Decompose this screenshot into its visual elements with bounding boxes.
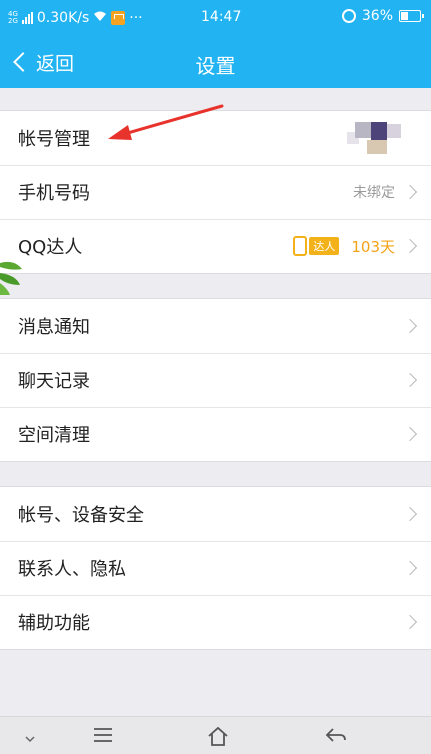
- daren-days: 103天: [351, 237, 395, 256]
- network-speed: 0.30K/s: [36, 10, 90, 26]
- settings-list: 帐号管理 手机号码 未绑定 QQ达人 达人 103天 消息通知 聊天记录 空间清…: [0, 88, 431, 650]
- row-qq-daren[interactable]: QQ达人 达人 103天: [0, 219, 431, 273]
- row-label: 手机号码: [18, 183, 90, 204]
- status-time: 14:47: [201, 9, 242, 25]
- row-right: 达人 103天: [293, 219, 418, 273]
- row-contacts-privacy[interactable]: 联系人、隐私: [0, 541, 431, 595]
- chevron-right-icon: [402, 614, 418, 630]
- chevron-right-icon: [402, 318, 418, 334]
- row-right: [402, 407, 418, 461]
- row-right: [345, 111, 415, 165]
- row-notifications[interactable]: 消息通知: [0, 299, 431, 353]
- status-left: 4G 2G 0.30K/s ···: [8, 10, 168, 26]
- nav-bar: 返回 设置: [0, 36, 431, 88]
- chevron-right-icon: [402, 426, 418, 442]
- row-right: [402, 353, 418, 407]
- row-label: 消息通知: [18, 317, 90, 338]
- settings-group-account: 帐号管理 手机号码 未绑定 QQ达人 达人 103天: [0, 110, 431, 274]
- chevron-right-icon: [402, 560, 418, 576]
- row-right: [402, 487, 418, 541]
- wifi-icon: [93, 10, 107, 26]
- more-dots: ···: [129, 10, 143, 26]
- storage-icon: [111, 11, 126, 25]
- chevron-right-icon: [402, 184, 418, 200]
- phone-vibrate-icon: [293, 236, 308, 256]
- row-chat-history[interactable]: 聊天记录: [0, 353, 431, 407]
- chevron-right-icon: [402, 372, 418, 388]
- row-phone-number[interactable]: 手机号码 未绑定: [0, 165, 431, 219]
- status-bar: 4G 2G 0.30K/s ··· 14:47 36%: [0, 0, 431, 36]
- status-right: 36%: [341, 8, 424, 24]
- battery-percent: 36%: [361, 8, 393, 24]
- system-nav-bar: [0, 716, 431, 754]
- leaf-decoration: [0, 261, 22, 295]
- row-right: [402, 595, 418, 649]
- row-right: [402, 541, 418, 595]
- settings-group-general: 消息通知 聊天记录 空间清理: [0, 298, 431, 462]
- row-label: 聊天记录: [18, 371, 90, 392]
- row-label: 帐号管理: [18, 129, 90, 150]
- chevron-right-icon: [402, 238, 418, 254]
- row-label: 帐号、设备安全: [18, 505, 144, 526]
- network-type: 4G 2G: [8, 11, 18, 25]
- row-label: 联系人、隐私: [18, 559, 126, 580]
- alarm-icon: [341, 9, 356, 23]
- row-account-management[interactable]: 帐号管理: [0, 111, 431, 165]
- avatar: [345, 118, 405, 158]
- back-icon[interactable]: [324, 725, 348, 749]
- battery-icon: [399, 10, 424, 22]
- row-account-device-security[interactable]: 帐号、设备安全: [0, 487, 431, 541]
- home-icon[interactable]: [206, 725, 230, 751]
- row-value: 未绑定: [353, 185, 395, 201]
- page-title: 设置: [195, 54, 236, 78]
- daren-tag: 达人: [309, 237, 340, 255]
- row-right: 未绑定: [353, 165, 418, 219]
- row-accessibility[interactable]: 辅助功能: [0, 595, 431, 649]
- row-storage-cleanup[interactable]: 空间清理: [0, 407, 431, 461]
- row-label: 辅助功能: [18, 613, 90, 634]
- settings-group-security: 帐号、设备安全 联系人、隐私 辅助功能: [0, 486, 431, 650]
- chevron-down-icon[interactable]: [24, 729, 36, 748]
- menu-icon[interactable]: [92, 725, 114, 749]
- signal-icon: [21, 12, 33, 24]
- row-right: [402, 299, 418, 353]
- daren-badge: 达人: [293, 236, 340, 256]
- chevron-right-icon: [402, 506, 418, 522]
- row-label: 空间清理: [18, 425, 90, 446]
- network-type-bottom: 2G: [8, 17, 18, 25]
